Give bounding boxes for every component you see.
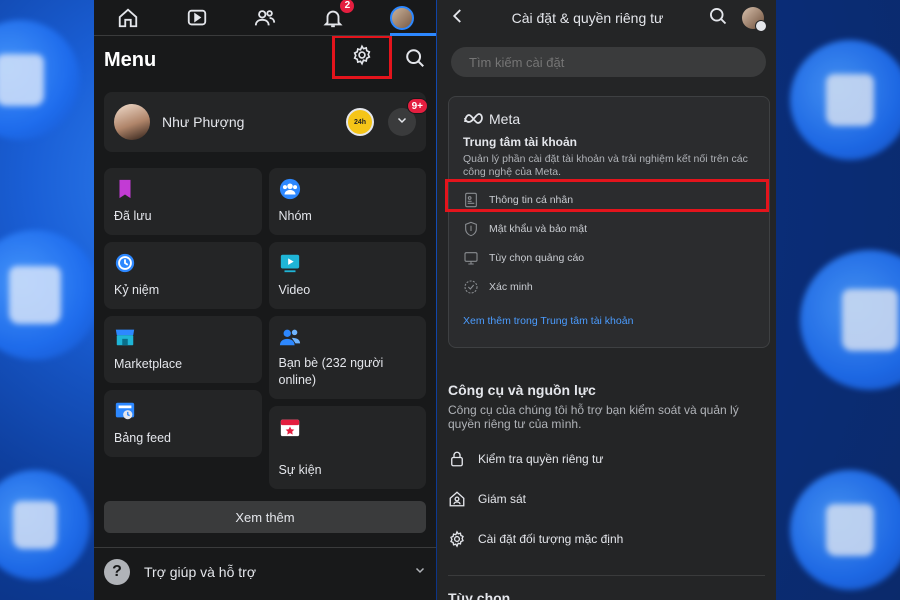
background-like-icon [800, 250, 900, 390]
menu-item-label: Mật khẩu và bảo mật [489, 222, 588, 235]
video-icon [280, 254, 299, 273]
help-label: Trợ giúp và hỗ trợ [144, 564, 256, 580]
lock-icon [451, 451, 463, 467]
see-more-button[interactable]: Xem thêm [104, 501, 426, 533]
shortcut-label: Marketplace [114, 357, 183, 371]
shortcut-label: Nhóm [278, 209, 312, 223]
profile-count-badge: 9+ [406, 98, 428, 114]
feed-icon [115, 402, 135, 420]
menu-screen: 2 Menu Như Phượng 24h 9+ Đã lưu Kỷ niệm … [94, 0, 436, 600]
friends-nav-icon[interactable] [251, 4, 279, 32]
background-like-icon [790, 40, 900, 160]
meta-infinity-icon [464, 113, 483, 124]
shortcut-label: Video [278, 283, 311, 297]
shortcut-marketplace[interactable]: Marketplace [104, 316, 262, 383]
supervision-item[interactable]: Giám sát [437, 479, 776, 519]
accounts-center-card: Meta Trung tâm tài khoản Quản lý phần cà… [445, 96, 770, 348]
password-security-item[interactable]: Mật khẩu và bảo mật [449, 214, 769, 243]
story-icon[interactable]: 24h [346, 108, 374, 136]
highlight-box [445, 179, 769, 212]
verification-item[interactable]: Xác minh [449, 272, 769, 301]
accounts-center-title: Trung tâm tài khoản [463, 135, 578, 149]
settings-header: Cài đặt & quyền riêng tư [437, 0, 776, 36]
verified-badge-icon [464, 279, 478, 294]
top-navigation: 2 [94, 0, 436, 36]
chevron-down-icon [396, 113, 408, 131]
accounts-center-link[interactable]: Xem thêm trong Trung tâm tài khoản [449, 301, 769, 327]
avatar[interactable] [742, 7, 767, 32]
background-like-icon [0, 20, 80, 140]
supervision-icon [449, 491, 465, 507]
help-support-row[interactable]: ? Trợ giúp và hỗ trợ [94, 548, 436, 596]
search-icon [710, 7, 727, 24]
background-like-icon [790, 470, 900, 590]
tools-section-title: Công cụ và nguồn lực [448, 382, 596, 398]
settings-privacy-screen: Cài đặt & quyền riêng tư Meta Trung tâm … [437, 0, 776, 600]
events-icon [280, 419, 299, 437]
meta-logo-text: Meta [489, 111, 521, 127]
menu-header: Menu [94, 35, 436, 82]
shortcut-groups[interactable]: Nhóm [268, 168, 426, 235]
tools-section-description: Công cụ của chúng tôi hỗ trợ bạn kiểm so… [448, 403, 739, 431]
shortcut-label: Bạn bè (232 người online) [278, 356, 384, 387]
gear-icon [351, 43, 373, 71]
background-like-icon [0, 470, 90, 580]
ad-preferences-item[interactable]: Tùy chọn quảng cáo [449, 243, 769, 272]
profile-name: Như Phượng [162, 114, 245, 130]
chevron-down-icon [414, 563, 426, 581]
page-title: Menu [104, 48, 157, 71]
settings-button[interactable] [332, 35, 392, 79]
accounts-center-description: Quản lý phần cài đặt tài khoản và trải n… [463, 153, 748, 178]
shield-icon [465, 221, 477, 236]
menu-item-label: Cài đặt đối tượng mặc định [478, 532, 624, 546]
back-button[interactable] [449, 7, 467, 30]
help-icon: ? [104, 559, 130, 585]
avatar [389, 5, 414, 30]
search-icon [404, 48, 426, 73]
privacy-checkup-item[interactable]: Kiểm tra quyền riêng tư [437, 439, 776, 479]
menu-item-label: Tùy chọn quảng cáo [489, 251, 585, 264]
menu-item-label: Giám sát [478, 492, 527, 506]
shortcut-label: Bảng feed [114, 431, 171, 445]
menu-item-label: Xác minh [489, 280, 533, 293]
shortcut-events[interactable]: Sự kiện [268, 406, 426, 489]
shortcut-label: Kỷ niệm [114, 283, 160, 297]
shortcut-label: Sự kiện [278, 463, 322, 477]
monitor-icon [464, 251, 478, 265]
shortcut-feeds[interactable]: Bảng feed [104, 390, 262, 457]
bookmark-icon [119, 179, 131, 199]
search-button[interactable] [404, 47, 426, 74]
meta-logo: Meta [449, 97, 769, 127]
watch-icon[interactable] [183, 4, 211, 32]
background-like-icon [0, 230, 100, 360]
shortcut-grid: Đã lưu Kỷ niệm Marketplace Bảng feed Nhó… [94, 152, 436, 489]
memories-icon [115, 253, 135, 273]
groups-icon [279, 178, 300, 200]
menu-avatar-tab[interactable] [388, 4, 416, 32]
menu-item-label: Kiểm tra quyền riêng tư [478, 452, 604, 466]
back-arrow-icon [452, 8, 461, 23]
settings-search-input[interactable] [451, 47, 766, 77]
notifications-icon[interactable]: 2 [319, 0, 356, 32]
notification-badge: 2 [339, 0, 356, 14]
switch-profile-button[interactable]: 9+ [388, 98, 428, 136]
active-tab-indicator [390, 33, 436, 36]
friends-icon [279, 329, 300, 346]
shortcut-video[interactable]: Video [268, 242, 426, 309]
shortcut-label: Đã lưu [114, 209, 152, 223]
search-button[interactable] [708, 6, 728, 31]
default-audience-item[interactable]: Cài đặt đối tượng mặc định [437, 519, 776, 559]
marketplace-icon [115, 329, 135, 346]
shortcut-memories[interactable]: Kỷ niệm [104, 242, 262, 309]
options-section-title: Tùy chọn [448, 590, 511, 600]
gear-icon [450, 530, 464, 548]
shortcut-friends[interactable]: Bạn bè (232 người online) [268, 316, 426, 399]
profile-card[interactable]: Như Phượng 24h 9+ [104, 92, 428, 152]
avatar [114, 104, 150, 140]
page-title: Cài đặt & quyền riêng tư [511, 10, 664, 26]
shortcut-saved[interactable]: Đã lưu [104, 168, 262, 235]
home-icon[interactable] [114, 4, 142, 32]
